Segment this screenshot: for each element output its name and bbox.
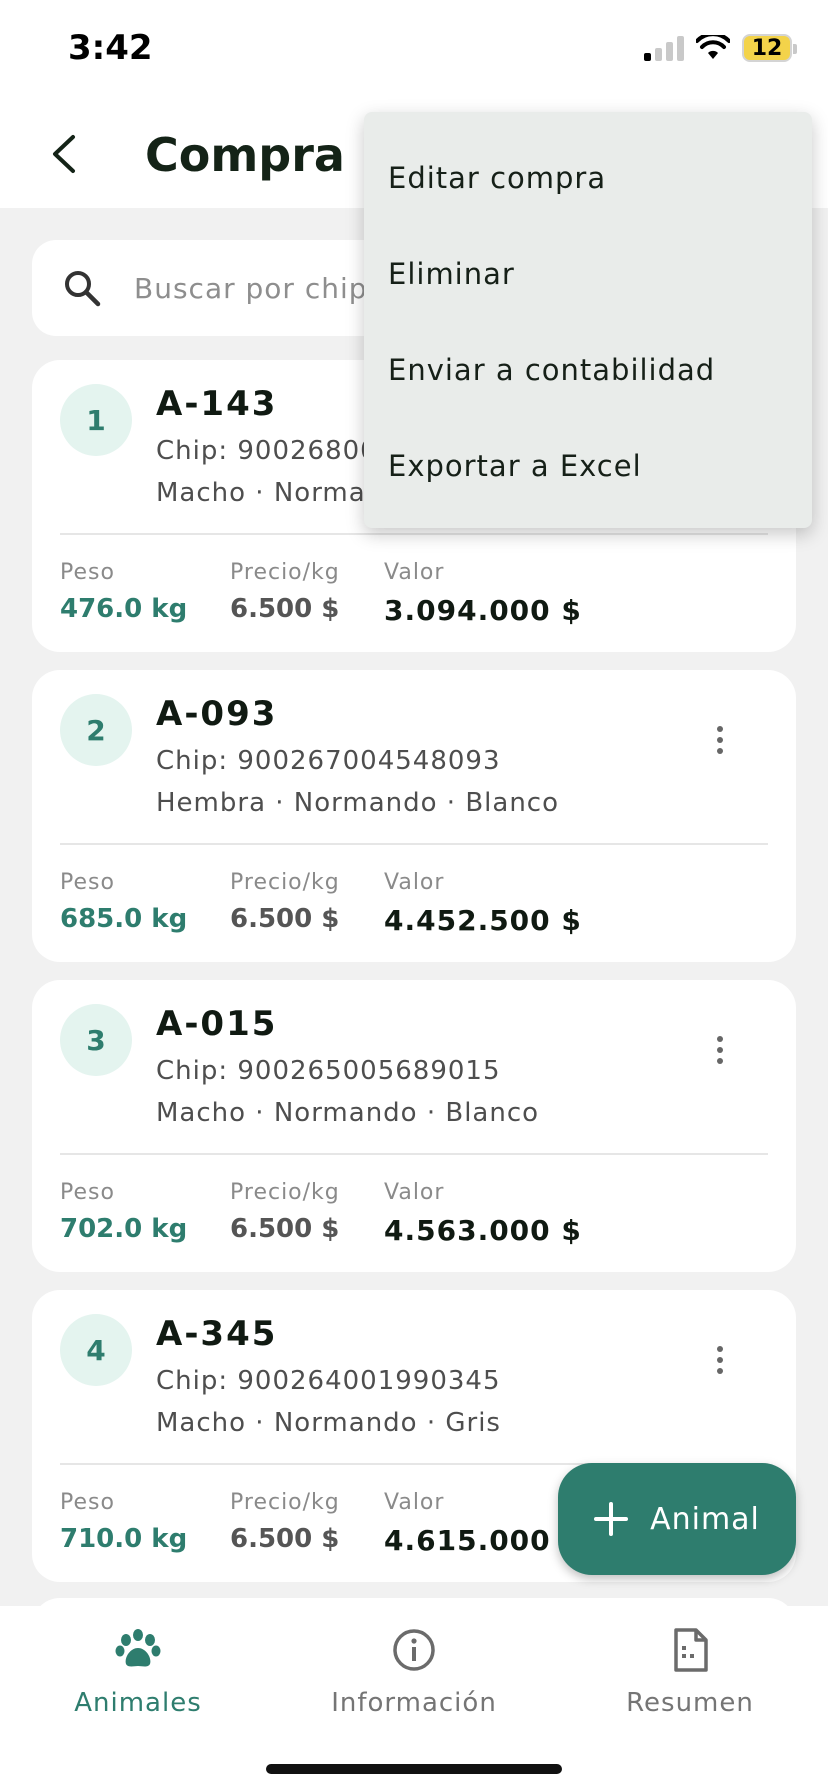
valor-value: 3.094.000 $ (384, 594, 582, 627)
valor-value: 4.452.500 $ (384, 904, 582, 937)
wifi-icon (696, 35, 730, 59)
page-title: Compra (145, 128, 345, 182)
battery-icon: 12 (742, 34, 797, 62)
peso-label: Peso (60, 560, 115, 585)
animal-chip: Chip: 900267004548093 (156, 746, 501, 776)
menu-item-exportar-excel[interactable]: Exportar a Excel (388, 418, 788, 514)
more-options-button[interactable] (700, 1340, 740, 1380)
peso-value: 685.0 kg (60, 904, 188, 934)
animal-id: A-093 (156, 694, 278, 734)
more-options-button[interactable] (700, 720, 740, 760)
nav-item-animales[interactable]: Animales (0, 1626, 276, 1718)
animal-id: A-015 (156, 1004, 278, 1044)
animal-card[interactable]: 3 A-015 Chip: 900265005689015 Macho · No… (32, 980, 796, 1272)
paw-icon (115, 1629, 161, 1667)
status-time: 3:42 (68, 28, 153, 68)
card-divider (60, 843, 768, 845)
precio-value: 6.500 $ (230, 1524, 340, 1554)
precio-label: Precio/kg (230, 560, 340, 585)
menu-item-editar-compra[interactable]: Editar compra (388, 130, 788, 226)
animal-index-badge: 2 (60, 694, 132, 766)
add-animal-button[interactable]: Animal (558, 1463, 796, 1575)
valor-value: 4.615.000 $ (384, 1524, 582, 1557)
valor-label: Valor (384, 870, 445, 895)
peso-label: Peso (60, 1180, 115, 1205)
precio-label: Precio/kg (230, 1490, 340, 1515)
animal-chip: Chip: 90026800 (156, 436, 378, 466)
more-options-button[interactable] (700, 1030, 740, 1070)
nav-label: Animales (74, 1688, 202, 1718)
peso-label: Peso (60, 1490, 115, 1515)
plus-icon (594, 1502, 629, 1536)
cellular-signal-icon (644, 35, 684, 61)
options-menu: Editar compra Eliminar Enviar a contabil… (364, 112, 812, 528)
card-divider (60, 533, 768, 535)
animal-description: Macho · Normando · Blanco (156, 1098, 540, 1128)
valor-label: Valor (384, 560, 445, 585)
document-icon (674, 1628, 708, 1672)
info-icon (393, 1629, 435, 1671)
animal-index-badge: 1 (60, 384, 132, 456)
status-icons: 12 (644, 34, 797, 62)
add-animal-label: Animal (650, 1501, 760, 1537)
valor-label: Valor (384, 1490, 445, 1515)
animal-id: A-143 (156, 384, 278, 424)
animal-description: Macho · Norman (156, 478, 384, 508)
home-indicator (266, 1764, 562, 1774)
nav-label: Resumen (626, 1688, 754, 1718)
card-divider (60, 1153, 768, 1155)
animal-description: Macho · Normando · Gris (156, 1408, 501, 1438)
nav-item-informacion[interactable]: Información (276, 1626, 552, 1718)
chevron-left-icon (53, 135, 75, 173)
precio-label: Precio/kg (230, 870, 340, 895)
animal-index-badge: 4 (60, 1314, 132, 1386)
status-bar: 3:42 12 (0, 0, 828, 100)
animal-id: A-345 (156, 1314, 278, 1354)
animal-chip: Chip: 900265005689015 (156, 1056, 501, 1086)
precio-value: 6.500 $ (230, 594, 340, 624)
precio-value: 6.500 $ (230, 1214, 340, 1244)
back-button[interactable] (36, 126, 92, 182)
search-icon (65, 271, 101, 307)
animal-chip: Chip: 900264001990345 (156, 1366, 501, 1396)
menu-item-eliminar[interactable]: Eliminar (388, 226, 788, 322)
animal-index-badge: 3 (60, 1004, 132, 1076)
peso-value: 476.0 kg (60, 594, 188, 624)
animal-description: Hembra · Normando · Blanco (156, 788, 559, 818)
animal-card[interactable]: 2 A-093 Chip: 900267004548093 Hembra · N… (32, 670, 796, 962)
precio-value: 6.500 $ (230, 904, 340, 934)
precio-label: Precio/kg (230, 1180, 340, 1205)
peso-label: Peso (60, 870, 115, 895)
valor-label: Valor (384, 1180, 445, 1205)
nav-label: Información (331, 1688, 497, 1718)
peso-value: 710.0 kg (60, 1524, 188, 1554)
peso-value: 702.0 kg (60, 1214, 188, 1244)
menu-item-enviar-contabilidad[interactable]: Enviar a contabilidad (388, 322, 788, 418)
valor-value: 4.563.000 $ (384, 1214, 582, 1247)
nav-item-resumen[interactable]: Resumen (552, 1626, 828, 1718)
